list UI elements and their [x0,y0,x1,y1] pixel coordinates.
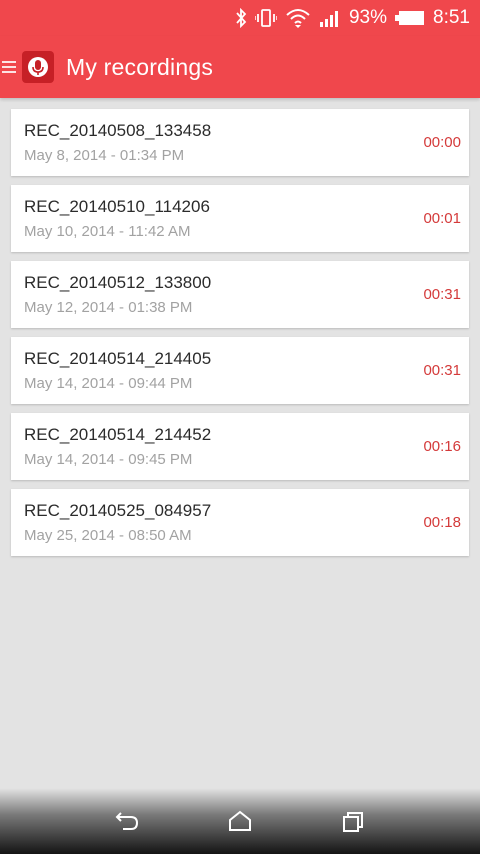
recording-date: May 25, 2014 - 08:50 AM [24,527,192,544]
bluetooth-icon [235,8,247,28]
recording-name: REC_20140508_133458 [24,121,212,140]
home-icon[interactable] [220,801,260,841]
vibrate-icon [254,8,277,28]
recording-duration: 00:00 [423,134,461,151]
recordings-list: REC_20140508_133458 May 8, 2014 - 01:34 … [11,109,469,565]
recording-item[interactable]: REC_20140510_114206 May 10, 2014 - 11:42… [11,185,469,252]
recording-item[interactable]: REC_20140514_214405 May 14, 2014 - 09:44… [11,337,469,404]
signal-icon [319,9,341,27]
recording-duration: 00:16 [423,438,461,455]
recording-name: REC_20140514_214405 [24,349,212,368]
navigation-bar [0,788,480,854]
recording-duration: 00:01 [423,210,461,227]
recording-name: REC_20140512_133800 [24,273,212,292]
menu-icon[interactable] [2,61,16,73]
battery-icon [395,10,425,26]
page-title: My recordings [66,53,214,80]
status-bar: 93% 8:51 [0,0,480,36]
app-bar: My recordings [0,36,480,98]
recording-date: May 14, 2014 - 09:44 PM [24,375,193,392]
recording-item[interactable]: REC_20140514_214452 May 14, 2014 - 09:45… [11,413,469,480]
recording-duration: 00:31 [423,286,461,303]
recording-date: May 8, 2014 - 01:34 PM [24,147,185,164]
recording-date: May 14, 2014 - 09:45 PM [24,451,193,468]
recording-date: May 12, 2014 - 01:38 PM [24,299,193,316]
recording-name: REC_20140525_084957 [24,501,212,520]
microphone-app-icon[interactable] [22,51,54,83]
recording-item[interactable]: REC_20140525_084957 May 25, 2014 - 08:50… [11,489,469,556]
recording-date: May 10, 2014 - 11:42 AM [24,223,191,240]
recent-apps-icon[interactable] [333,801,373,841]
recording-item[interactable]: REC_20140508_133458 May 8, 2014 - 01:34 … [11,109,469,176]
clock: 8:51 [433,7,470,28]
wifi-icon [285,7,311,29]
recording-name: REC_20140514_214452 [24,425,212,444]
battery-percent: 93% [348,7,388,28]
back-icon[interactable] [107,801,147,841]
recording-item[interactable]: REC_20140512_133800 May 12, 2014 - 01:38… [11,261,469,328]
recording-name: REC_20140510_114206 [24,197,210,216]
recording-duration: 00:18 [423,514,461,531]
recording-duration: 00:31 [423,362,461,379]
